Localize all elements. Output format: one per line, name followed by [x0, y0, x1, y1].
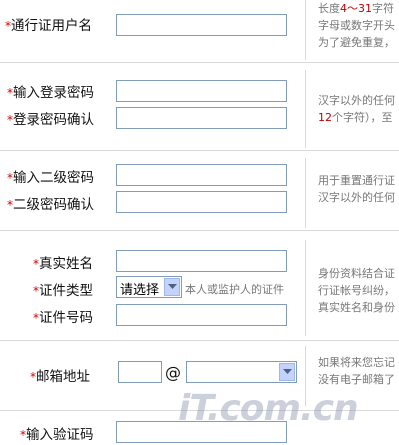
chevron-down-icon[interactable]: [279, 363, 295, 381]
captcha-label: *输入验证码: [20, 427, 94, 443]
password-confirm-label: *登录密码确认: [7, 112, 94, 128]
password-confirm-input[interactable]: [116, 107, 287, 129]
email-tip: 如果将来您忘记 没有电子邮箱了: [318, 356, 395, 386]
id-type-hint: 本人或监护人的证件: [185, 283, 284, 296]
divider: [0, 150, 399, 151]
password-input[interactable]: [116, 80, 287, 102]
realname-input[interactable]: [116, 250, 287, 272]
identity-tip: 身份资料结合证 行证帐号纠纷， 真实姓名和身份: [318, 267, 395, 314]
realname-label: *真实姓名: [33, 256, 93, 272]
divider: [305, 158, 306, 228]
id-number-input[interactable]: [116, 304, 287, 326]
divider: [0, 340, 399, 341]
id-type-select[interactable]: 请选择: [116, 276, 182, 298]
second-password-confirm-label: *二级密码确认: [7, 197, 94, 213]
username-row: *通行证用户名: [0, 0, 305, 52]
id-type-label: *证件类型: [33, 283, 93, 299]
second-password-confirm-input[interactable]: [116, 191, 287, 213]
chevron-down-icon[interactable]: [164, 278, 180, 296]
divider: [0, 230, 399, 231]
second-password-tip: 用于重置通行证 汉字以外的任何: [318, 174, 395, 204]
divider: [305, 0, 306, 60]
id-number-label: *证件号码: [33, 310, 93, 326]
password-label: *输入登录密码: [7, 85, 94, 101]
second-password-label: *输入二级密码: [7, 170, 94, 186]
divider: [305, 70, 306, 148]
watermark-logo: iT.com.cn: [178, 388, 359, 429]
id-type-value: 请选择: [120, 283, 160, 298]
username-input[interactable]: [116, 14, 287, 36]
email-user-input[interactable]: [118, 361, 162, 383]
email-domain-select[interactable]: [186, 361, 297, 383]
username-label: *通行证用户名: [5, 18, 92, 34]
second-password-input[interactable]: [116, 164, 287, 186]
divider: [305, 240, 306, 336]
email-label: *邮箱地址: [30, 369, 90, 385]
password-tip: 汉字以外的任何 12个字符），至: [318, 94, 395, 124]
username-tip: 长度4～31字符 字母或数字开头 为了避免重复，: [318, 2, 395, 49]
divider: [0, 62, 399, 63]
email-at-sign: @: [165, 363, 181, 382]
